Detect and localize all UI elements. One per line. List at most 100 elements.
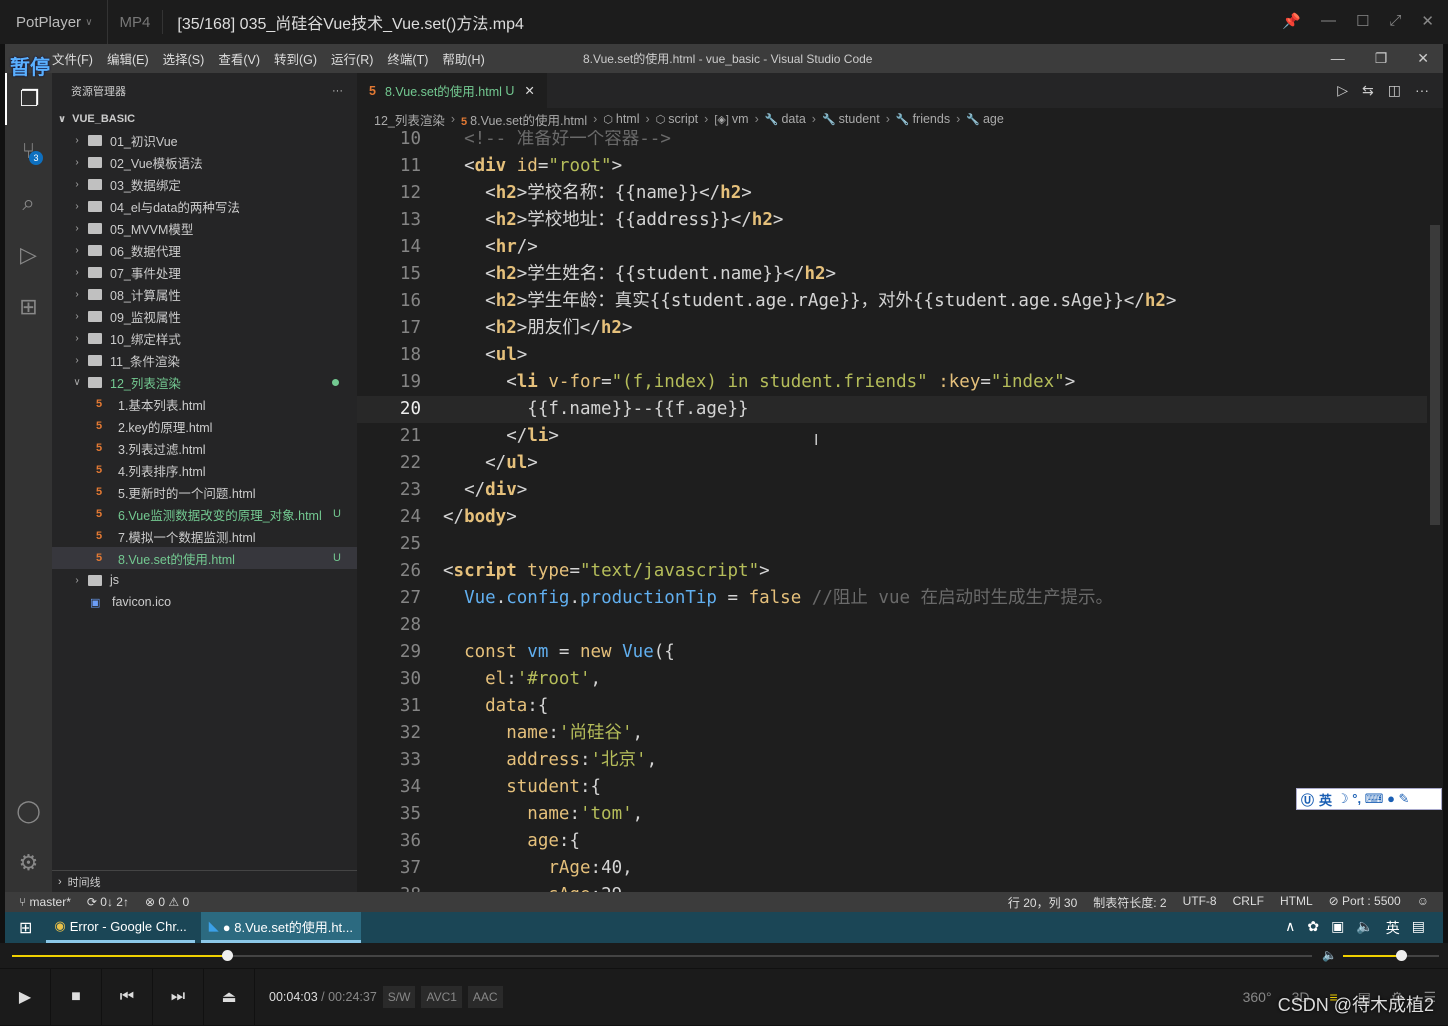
notification-icon[interactable]: ▤ — [1412, 918, 1425, 938]
code-line[interactable]: 16 <h2>学生年龄：真实{{student.age.rAge}}，对外{{s… — [357, 288, 1427, 315]
decoder-tag[interactable]: S/W — [382, 986, 416, 1008]
maximize-button[interactable]: ☐ — [1356, 12, 1369, 30]
tray-app-icon[interactable]: ✿ — [1307, 918, 1319, 938]
encoding[interactable]: UTF-8 — [1183, 894, 1217, 911]
breadcrumb-item[interactable]: 5 8.Vue.set的使用.html — [461, 110, 587, 129]
feedback-icon[interactable]: ☺ — [1417, 894, 1429, 911]
tree-item[interactable]: 5 7.模拟一个数据监测.html — [52, 525, 357, 547]
run-icon[interactable]: ▷ — [1337, 82, 1348, 99]
tree-item[interactable]: › 04_el与data的两种写法 — [52, 195, 357, 217]
network-icon[interactable]: ▣ — [1331, 918, 1344, 938]
code-line[interactable]: 15 <h2>学生姓名：{{student.name}}</h2> — [357, 261, 1427, 288]
potplayer-menu[interactable]: PotPlayer ∨ — [0, 0, 108, 44]
code-line[interactable]: 36 age:{ — [357, 828, 1427, 855]
code-line[interactable]: 37 rAge:40, — [357, 855, 1427, 882]
code-line[interactable]: 34 student:{ — [357, 774, 1427, 801]
explorer-icon[interactable]: ❐ — [5, 73, 52, 125]
run-debug-icon[interactable]: ▷ — [5, 229, 52, 281]
eol[interactable]: CRLF — [1233, 894, 1264, 911]
tab-size[interactable]: 制表符长度: 2 — [1093, 894, 1166, 911]
live-server-port[interactable]: ⊘ Port : 5500 — [1329, 894, 1401, 911]
tree-item[interactable]: 5 4.列表排序.html — [52, 459, 357, 481]
fullscreen-button[interactable]: ⤢ — [1389, 12, 1401, 30]
code-line[interactable]: 19 <li v-for="(f,index) in student.frien… — [357, 369, 1427, 396]
breadcrumb-item[interactable]: 12_列表渲染 — [374, 110, 445, 129]
volume-slider[interactable] — [1343, 950, 1439, 961]
code-line[interactable]: 32 name:'尚硅谷', — [357, 720, 1427, 747]
code-line[interactable]: 20 {{f.name}}--{{f.age}} — [357, 396, 1427, 423]
breadcrumb-item[interactable]: [◈] vm — [714, 112, 748, 126]
git-branch[interactable]: ⑂ master* — [19, 895, 71, 909]
tree-item[interactable]: 5 6.Vue监测数据改变的原理_对象.html U — [52, 503, 357, 525]
menu-selection[interactable]: 选择(S) — [156, 49, 212, 68]
timeline-section[interactable]: › 时间线 — [52, 870, 357, 892]
menu-edit[interactable]: 编辑(E) — [100, 49, 156, 68]
vscode-close[interactable]: ✕ — [1417, 50, 1429, 67]
editor-scrollbar[interactable] — [1427, 130, 1441, 892]
split-editor-icon[interactable]: ◫ — [1388, 82, 1401, 99]
breadcrumb-item[interactable]: ⬡ html — [603, 112, 639, 126]
code-line[interactable]: 13 <h2>学校地址：{{address}}</h2> — [357, 207, 1427, 234]
more-actions-button[interactable]: ··· — [332, 85, 343, 97]
tree-item[interactable]: › 06_数据代理 — [52, 239, 357, 261]
menu-run[interactable]: 运行(R) — [324, 49, 380, 68]
tree-item[interactable]: › 09_监视属性 — [52, 305, 357, 327]
code-line[interactable]: 12 <h2>学校名称：{{name}}</h2> — [357, 180, 1427, 207]
code-line[interactable]: 27 Vue.config.productionTip = false //阻止… — [357, 585, 1427, 612]
stop-button[interactable]: ■ — [51, 968, 102, 1026]
mute-icon[interactable]: 🔈 — [1322, 948, 1337, 962]
code-line[interactable]: 28 — [357, 612, 1427, 639]
tree-item[interactable]: › 10_绑定样式 — [52, 327, 357, 349]
code-line[interactable]: 35 name:'tom', — [357, 801, 1427, 828]
close-button[interactable]: ✕ — [1421, 12, 1434, 30]
breadcrumb-item[interactable]: 🔧 data — [765, 112, 806, 126]
code-line[interactable]: 11 <div id="root"> — [357, 153, 1427, 180]
close-tab-icon[interactable]: ✕ — [524, 83, 534, 98]
tree-item[interactable]: › 11_条件渲染 — [52, 349, 357, 371]
code-line[interactable]: 22 </ul> — [357, 450, 1427, 477]
code-line[interactable]: 33 address:'北京', — [357, 747, 1427, 774]
menu-view[interactable]: 查看(V) — [211, 49, 267, 68]
play-button[interactable]: ▶ — [0, 968, 51, 1026]
vr-360-button[interactable]: 360° — [1243, 989, 1272, 1005]
tree-item[interactable]: 5 1.基本列表.html — [52, 393, 357, 415]
eject-button[interactable]: ⏏ — [204, 968, 255, 1026]
code-line[interactable]: 18 <ul> — [357, 342, 1427, 369]
menu-go[interactable]: 转到(G) — [267, 49, 324, 68]
problems-status[interactable]: ⊗ 0 ⚠ 0 — [145, 895, 189, 909]
video-codec-tag[interactable]: AVC1 — [421, 986, 462, 1008]
sync-status[interactable]: ⟳ 0↓ 2↑ — [87, 895, 129, 909]
volume-icon[interactable]: 🔈 — [1356, 918, 1373, 938]
tray-expand-icon[interactable]: ∧ — [1285, 918, 1295, 938]
cursor-position[interactable]: 行 20，列 30 — [1008, 894, 1077, 911]
language-mode[interactable]: HTML — [1280, 894, 1313, 911]
ime-toolbar[interactable]: Ⓤ 英 ☽ °, ⌨ ● ✎ — [1296, 788, 1442, 810]
minimize-button[interactable]: — — [1321, 12, 1336, 30]
code-line[interactable]: 26 <script type="text/javascript"> — [357, 558, 1427, 585]
next-button[interactable]: ⏭ — [153, 968, 204, 1026]
source-control-icon[interactable]: ⑂ 3 — [5, 125, 52, 177]
code-line[interactable]: 31 data:{ — [357, 693, 1427, 720]
tree-item[interactable]: › 08_计算属性 — [52, 283, 357, 305]
extensions-icon[interactable]: ⊞ — [5, 281, 52, 333]
seek-bar[interactable] — [12, 950, 1312, 961]
settings-gear-icon[interactable]: ⚙ — [5, 837, 52, 889]
tree-item[interactable]: 5 3.列表过滤.html — [52, 437, 357, 459]
tree-item[interactable]: 5 2.key的原理.html — [52, 415, 357, 437]
tree-item[interactable]: › js — [52, 569, 357, 591]
taskbar-vscode[interactable]: ◣ ● 8.Vue.set的使用.ht... — [200, 912, 361, 943]
code-line[interactable]: 17 <h2>朋友们</h2> — [357, 315, 1427, 342]
tree-item[interactable]: ▣ favicon.ico — [52, 591, 357, 613]
tree-item[interactable]: 5 5.更新时的一个问题.html — [52, 481, 357, 503]
tree-item[interactable]: › 01_初识Vue — [52, 129, 357, 151]
tree-item[interactable]: › 03_数据绑定 — [52, 173, 357, 195]
breadcrumb-item[interactable]: ⬡ script — [656, 112, 698, 126]
tree-item[interactable]: ∨ 12_列表渲染 — [52, 371, 357, 393]
tree-item[interactable]: 5 8.Vue.set的使用.html U — [52, 547, 357, 569]
tree-item[interactable]: › 07_事件处理 — [52, 261, 357, 283]
tree-item[interactable]: › 05_MVVM模型 — [52, 217, 357, 239]
code-line[interactable]: 23 </div> — [357, 477, 1427, 504]
code-line[interactable]: 30 el:'#root', — [357, 666, 1427, 693]
previous-button[interactable]: ⏮ — [102, 968, 153, 1026]
menu-file[interactable]: 文件(F) — [45, 49, 100, 68]
